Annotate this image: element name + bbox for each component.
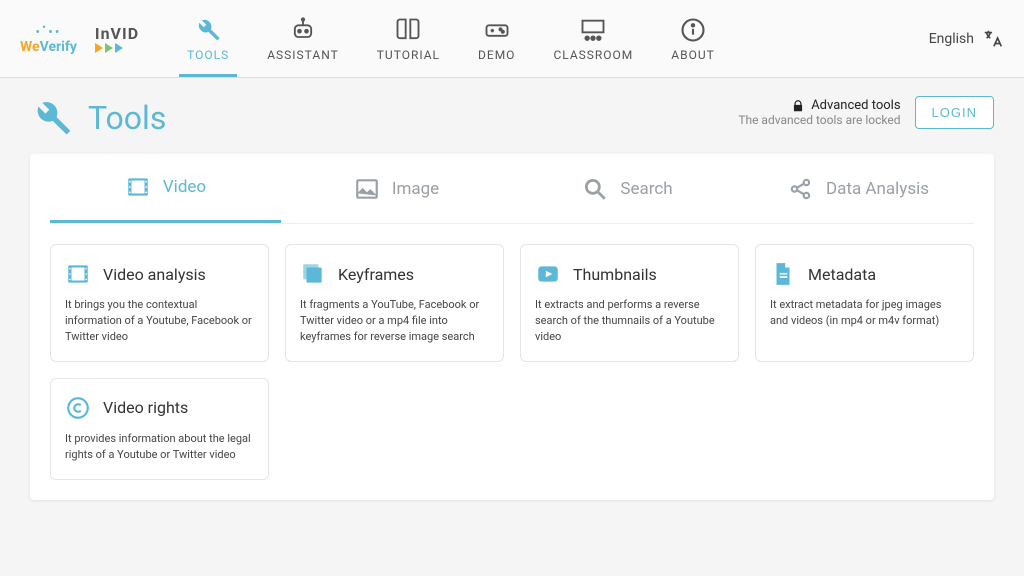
tool-description: It extracts and performs a reverse searc… bbox=[535, 297, 724, 345]
language-selector[interactable]: English bbox=[929, 0, 1004, 77]
page-title-text: Tools bbox=[88, 99, 166, 137]
language-label: English bbox=[929, 31, 974, 47]
page-header: Tools Advanced tools The advanced tools … bbox=[30, 96, 994, 140]
tool-video-rights[interactable]: Video rights It provides information abo… bbox=[50, 378, 269, 480]
document-icon bbox=[770, 261, 796, 287]
translate-icon bbox=[982, 28, 1004, 50]
login-button[interactable]: LOGIN bbox=[915, 96, 994, 129]
copyright-icon bbox=[65, 395, 91, 421]
nav-classroom[interactable]: CLASSROOM bbox=[545, 0, 641, 77]
tool-title: Metadata bbox=[808, 265, 876, 284]
tool-description: It brings you the contextual information… bbox=[65, 297, 254, 345]
nav-item-label: TOOLS bbox=[187, 48, 229, 62]
keyframes-icon bbox=[300, 261, 326, 287]
top-bar: •••• WeVerify InVID TOOLS ASSISTANT TUTO… bbox=[0, 0, 1024, 78]
nav-tutorial[interactable]: TUTORIAL bbox=[369, 0, 448, 77]
image-icon bbox=[354, 176, 380, 202]
film-icon bbox=[65, 261, 91, 287]
tool-title: Video analysis bbox=[103, 265, 206, 284]
invid-logo: InVID bbox=[95, 24, 139, 53]
tool-description: It extract metadata for jpeg images and … bbox=[770, 297, 959, 329]
page-title: Tools bbox=[30, 96, 166, 140]
robot-icon bbox=[289, 16, 317, 44]
locked-subtitle: The advanced tools are locked bbox=[738, 113, 900, 127]
tool-thumbnails[interactable]: Thumbnails It extracts and performs a re… bbox=[520, 244, 739, 362]
share-icon bbox=[788, 176, 814, 202]
play-icon bbox=[535, 261, 561, 287]
nav-assistant[interactable]: ASSISTANT bbox=[259, 0, 347, 77]
tool-keyframes[interactable]: Keyframes It fragments a YouTube, Facebo… bbox=[285, 244, 504, 362]
classroom-icon bbox=[579, 16, 607, 44]
tool-title: Video rights bbox=[103, 398, 188, 417]
main-content: Tools Advanced tools The advanced tools … bbox=[0, 78, 1024, 518]
tool-video-analysis[interactable]: Video analysis It brings you the context… bbox=[50, 244, 269, 362]
nav-about[interactable]: ABOUT bbox=[663, 0, 723, 77]
tools-grid: Video analysis It brings you the context… bbox=[50, 244, 974, 480]
nav-item-label: ABOUT bbox=[671, 48, 715, 62]
header-right: Advanced tools The advanced tools are lo… bbox=[738, 96, 994, 129]
main-nav: TOOLS ASSISTANT TUTORIAL DEMO CLASSROOM … bbox=[179, 0, 929, 77]
category-tabs: Video Image Search Data Analysis bbox=[50, 154, 974, 224]
film-icon bbox=[125, 174, 151, 200]
tab-label: Search bbox=[620, 179, 672, 199]
wrench-icon bbox=[30, 96, 74, 140]
tool-title: Keyframes bbox=[338, 265, 414, 284]
tab-search[interactable]: Search bbox=[512, 154, 743, 223]
locked-info: Advanced tools The advanced tools are lo… bbox=[738, 98, 900, 127]
locked-title-text: Advanced tools bbox=[811, 98, 900, 113]
nav-item-label: DEMO bbox=[478, 48, 515, 62]
tool-description: It provides information about the legal … bbox=[65, 431, 254, 463]
tools-card: Video Image Search Data Analysis Video a… bbox=[30, 154, 994, 500]
tool-metadata[interactable]: Metadata It extract metadata for jpeg im… bbox=[755, 244, 974, 362]
lock-icon bbox=[791, 99, 805, 113]
nav-item-label: ASSISTANT bbox=[267, 48, 339, 62]
tab-video[interactable]: Video bbox=[50, 154, 281, 223]
gamepad-icon bbox=[483, 16, 511, 44]
search-icon bbox=[582, 176, 608, 202]
tab-label: Image bbox=[392, 179, 439, 199]
info-icon bbox=[679, 16, 707, 44]
nav-demo[interactable]: DEMO bbox=[470, 0, 523, 77]
weverify-logo: •••• WeVerify bbox=[20, 22, 77, 56]
tool-title: Thumbnails bbox=[573, 265, 657, 284]
tab-data-analysis[interactable]: Data Analysis bbox=[743, 154, 974, 223]
nav-item-label: CLASSROOM bbox=[553, 48, 633, 62]
tab-image[interactable]: Image bbox=[281, 154, 512, 223]
nav-item-label: TUTORIAL bbox=[377, 48, 440, 62]
tab-label: Data Analysis bbox=[826, 179, 929, 199]
tab-label: Video bbox=[163, 177, 206, 197]
wrench-icon bbox=[194, 16, 222, 44]
book-icon bbox=[394, 16, 422, 44]
brand-logos: •••• WeVerify InVID bbox=[20, 0, 139, 77]
tool-description: It fragments a YouTube, Facebook or Twit… bbox=[300, 297, 489, 345]
nav-tools[interactable]: TOOLS bbox=[179, 0, 237, 77]
